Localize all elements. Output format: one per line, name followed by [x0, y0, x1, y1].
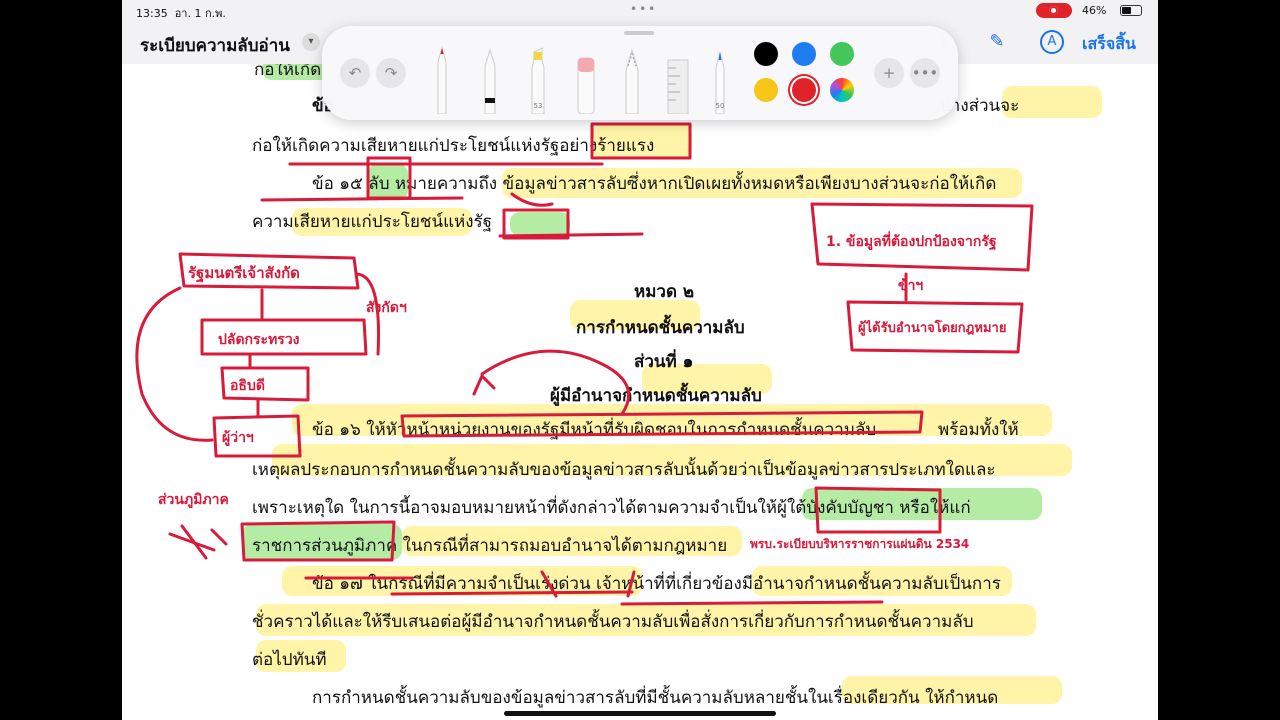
multitask-dots[interactable]: ••• [630, 2, 657, 16]
ipad-screen: 13:35 อา. 1 ก.พ. ••• 46% ระเบียบความลับอ… [122, 0, 1158, 720]
ink-label: 1. ข้อมูลที่ต้องปกป้องจากรัฐ [826, 231, 997, 251]
undo-icon[interactable]: ↶ [340, 58, 370, 88]
ink-label: รัฐมนตรีเจ้าสังกัด [188, 264, 300, 283]
ink-box [814, 486, 942, 534]
markup-toolbar: ↶ ↷ 53 50 + ••• [322, 26, 958, 120]
screen-record-indicator[interactable] [1036, 3, 1072, 18]
fineliner-tool[interactable] [478, 38, 502, 114]
pencil-tool[interactable]: 50 [708, 38, 732, 114]
ink-label: ผู้ได้รับอำนาจโดยกฎหมาย [858, 319, 1006, 336]
marker-width: 53 [534, 102, 543, 110]
color-green[interactable] [830, 42, 854, 66]
toolbar-grip[interactable] [624, 31, 654, 35]
ink-label: อธิบดี [230, 378, 265, 394]
markup-pen-icon[interactable]: ✎ [984, 30, 1010, 54]
battery-percent: 46% [1082, 4, 1107, 17]
more-icon[interactable]: ••• [910, 58, 940, 88]
document-page[interactable]: ก่อให้เกิด ข้อ บางส่วนจะ ก่อให้เกิดความเ… [122, 64, 1158, 720]
ink-label: ส่วนภูมิภาค [158, 492, 229, 508]
plus-icon[interactable]: + [874, 58, 904, 88]
ink-arrow [480, 349, 631, 416]
highlighter-circle-icon[interactable]: A [1040, 30, 1064, 54]
ink-mark [168, 524, 228, 560]
pen-tool[interactable] [430, 38, 454, 114]
ink-arrow [510, 192, 554, 207]
eraser-tool[interactable] [574, 38, 598, 114]
ink-annotations: รัฐมนตรีเจ้าสังกัด ปลัดกระทรวง อธิบดี ผู… [135, 122, 1034, 606]
ink-label: พรบ.ระเบียบบริหารราชการแผ่นดิน 2534 [750, 537, 969, 551]
color-black[interactable] [754, 42, 778, 66]
home-indicator [504, 711, 776, 716]
pencil-width: 50 [716, 102, 725, 110]
marker-tool[interactable]: 53 [526, 38, 550, 114]
color-blue[interactable] [792, 42, 816, 66]
battery-icon [1120, 5, 1142, 16]
done-button[interactable]: เสร็จสิ้น [1082, 32, 1136, 57]
ruler-tool[interactable] [666, 38, 690, 114]
color-red[interactable] [792, 78, 816, 102]
ink-arrow [135, 286, 214, 442]
ink-underline [390, 590, 884, 606]
ink-box [240, 520, 396, 562]
color-picker-icon[interactable] [830, 78, 854, 102]
status-bar: 13:35 อา. 1 ก.พ. ••• 46% [122, 0, 1158, 22]
ink-label: ผู้ว่าฯ [222, 430, 254, 446]
ink-label: ปลัดกระทรวง [218, 332, 300, 348]
ink-label: ข้าฯ [898, 278, 923, 294]
ink-underline [260, 162, 644, 238]
document-title[interactable]: ระเบียบความลับอ่าน [140, 32, 290, 59]
color-yellow[interactable] [754, 78, 778, 102]
ink-box [590, 122, 692, 160]
status-time: 13:35 อา. 1 ก.พ. [136, 7, 226, 20]
ink-label: สังกัดฯ [366, 300, 407, 316]
ink-box [400, 410, 924, 438]
redo-icon[interactable]: ↷ [376, 58, 406, 88]
chevron-down-icon[interactable]: ▾ [302, 33, 320, 51]
lasso-tool[interactable] [620, 38, 644, 114]
